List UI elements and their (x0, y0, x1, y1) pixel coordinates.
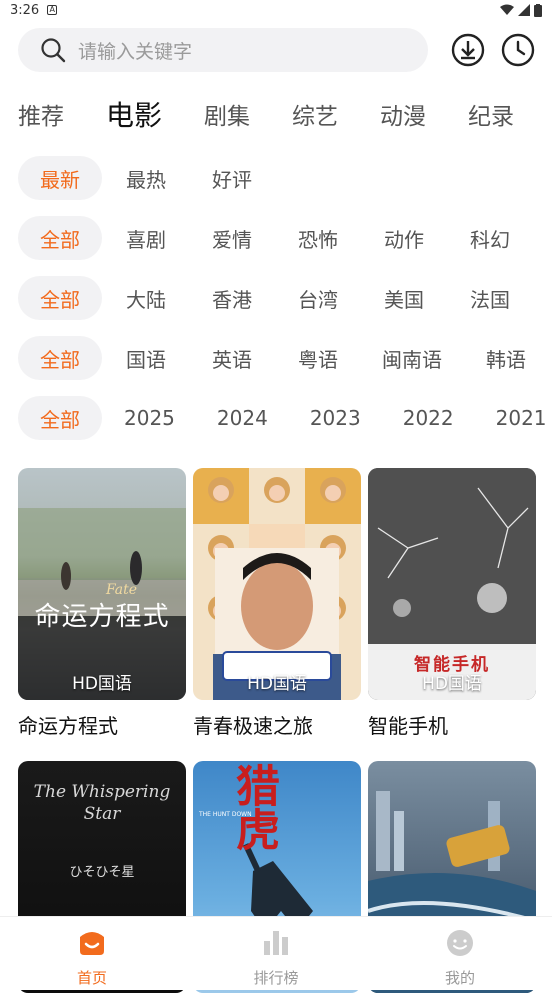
nav-ranking-label: 排行榜 (253, 969, 299, 987)
poster-title-text: 命运方程式 (34, 602, 170, 632)
poster-title-text: The Whispering Star (33, 782, 171, 824)
category-tabs: 推荐 电影 剧集 综艺 动漫 纪录 (18, 92, 552, 136)
filter-genre-drama[interactable]: 剧 (534, 216, 552, 260)
poster-subtitle-text: ひそひそ星 (69, 865, 135, 880)
sim-icon: A (47, 5, 58, 15)
filter-sort-latest[interactable]: 最新 (18, 156, 102, 200)
genre-filter-row: 全部 喜剧 爱情 恐怖 动作 科幻 剧 (18, 215, 552, 261)
tab-documentary[interactable]: 纪录 (468, 97, 514, 131)
tab-variety[interactable]: 综艺 (292, 97, 338, 131)
filter-sort-hot[interactable]: 最热 (104, 156, 188, 200)
filter-region-taiwan[interactable]: 台湾 (276, 276, 360, 320)
search-icon (41, 38, 66, 63)
quality-badge: HD国语 (72, 674, 132, 694)
quality-badge: HD国语 (422, 674, 482, 694)
region-filter-row: 全部 大陆 香港 台湾 美国 法国 英 (18, 275, 552, 321)
nav-profile-label: 我的 (444, 969, 475, 987)
filter-year-2021[interactable]: 2021 (476, 396, 552, 440)
filter-sort-rating[interactable]: 好评 (190, 156, 274, 200)
nav-home-label: 首页 (76, 969, 107, 987)
tab-series[interactable]: 剧集 (204, 97, 250, 131)
wifi-icon (500, 4, 514, 15)
sort-filter-row: 最新 最热 好评 (18, 155, 552, 201)
tab-anime[interactable]: 动漫 (380, 97, 426, 131)
movie-poster[interactable]: 命运方程式 Fate HD国语 (18, 468, 186, 700)
filter-genre-action[interactable]: 动作 (362, 216, 446, 260)
clock-icon (501, 33, 535, 67)
filter-year-all[interactable]: 全部 (18, 396, 102, 440)
movie-poster[interactable]: 智能手机 HD国语 (368, 468, 536, 700)
language-filter-row: 全部 国语 英语 粤语 闽南语 韩语 (18, 335, 552, 381)
filter-genre-romance[interactable]: 爱情 (190, 216, 274, 260)
movie-card[interactable]: 智能手机 HD国语 智能手机 (368, 468, 536, 739)
filter-year-2024[interactable]: 2024 (197, 396, 288, 440)
movie-poster[interactable]: HD国语 (193, 468, 361, 700)
filter-lang-mandarin[interactable]: 国语 (104, 336, 188, 380)
nav-profile[interactable]: 我的 (368, 917, 552, 990)
nav-ranking[interactable]: 排行榜 (184, 917, 368, 990)
year-filter-row: 全部 2025 2024 2023 2022 2021 (18, 395, 552, 441)
movie-card[interactable]: 命运方程式 Fate HD国语 命运方程式 (18, 468, 186, 739)
filter-region-france[interactable]: 法国 (448, 276, 532, 320)
tab-recommend[interactable]: 推荐 (18, 97, 64, 131)
movie-title[interactable]: 命运方程式 (18, 710, 186, 739)
quality-badge: HD国语 (247, 674, 307, 694)
filter-region-uk[interactable]: 英 (534, 276, 552, 320)
filter-region-usa[interactable]: 美国 (362, 276, 446, 320)
bar-chart-icon (264, 931, 288, 955)
status-time: 3:26 (10, 2, 40, 18)
movie-card[interactable]: HD国语 青春极速之旅 (193, 468, 361, 739)
bottom-nav: 首页 排行榜 我的 (0, 916, 552, 990)
filter-year-2022[interactable]: 2022 (383, 396, 474, 440)
poster-title-text: 猎虎 (228, 763, 279, 851)
nav-home[interactable]: 首页 (0, 917, 184, 990)
home-icon (80, 932, 104, 955)
filter-region-all[interactable]: 全部 (18, 276, 102, 320)
filter-lang-english[interactable]: 英语 (190, 336, 274, 380)
battery-icon (534, 3, 542, 17)
filter-genre-horror[interactable]: 恐怖 (276, 216, 360, 260)
download-icon (451, 33, 485, 67)
filter-region-hongkong[interactable]: 香港 (190, 276, 274, 320)
search-input[interactable]: 请输入关键字 (78, 37, 192, 64)
download-button[interactable] (450, 32, 486, 68)
filter-year-2023[interactable]: 2023 (290, 396, 381, 440)
filter-genre-all[interactable]: 全部 (18, 216, 102, 260)
filter-year-2025[interactable]: 2025 (104, 396, 195, 440)
poster-subtitle-text: THE HUNT DOWN (199, 811, 252, 818)
tab-movie[interactable]: 电影 (106, 94, 162, 134)
movie-title[interactable]: 智能手机 (368, 710, 536, 739)
smiley-icon (447, 930, 473, 956)
status-bar: 3:26 A (0, 0, 552, 20)
poster-subtitle-text: Fate (106, 582, 138, 598)
top-bar: 请输入关键字 (18, 28, 538, 72)
signal-icon (518, 4, 530, 16)
filter-lang-korean[interactable]: 韩语 (464, 336, 548, 380)
filter-genre-scifi[interactable]: 科幻 (448, 216, 532, 260)
movie-title[interactable]: 青春极速之旅 (193, 710, 361, 739)
filter-lang-cantonese[interactable]: 粤语 (276, 336, 360, 380)
filter-lang-all[interactable]: 全部 (18, 336, 102, 380)
filter-region-mainland[interactable]: 大陆 (104, 276, 188, 320)
filter-genre-comedy[interactable]: 喜剧 (104, 216, 188, 260)
filter-lang-minnan[interactable]: 闽南语 (362, 336, 462, 380)
history-button[interactable] (500, 32, 536, 68)
search-box[interactable]: 请输入关键字 (18, 28, 428, 72)
